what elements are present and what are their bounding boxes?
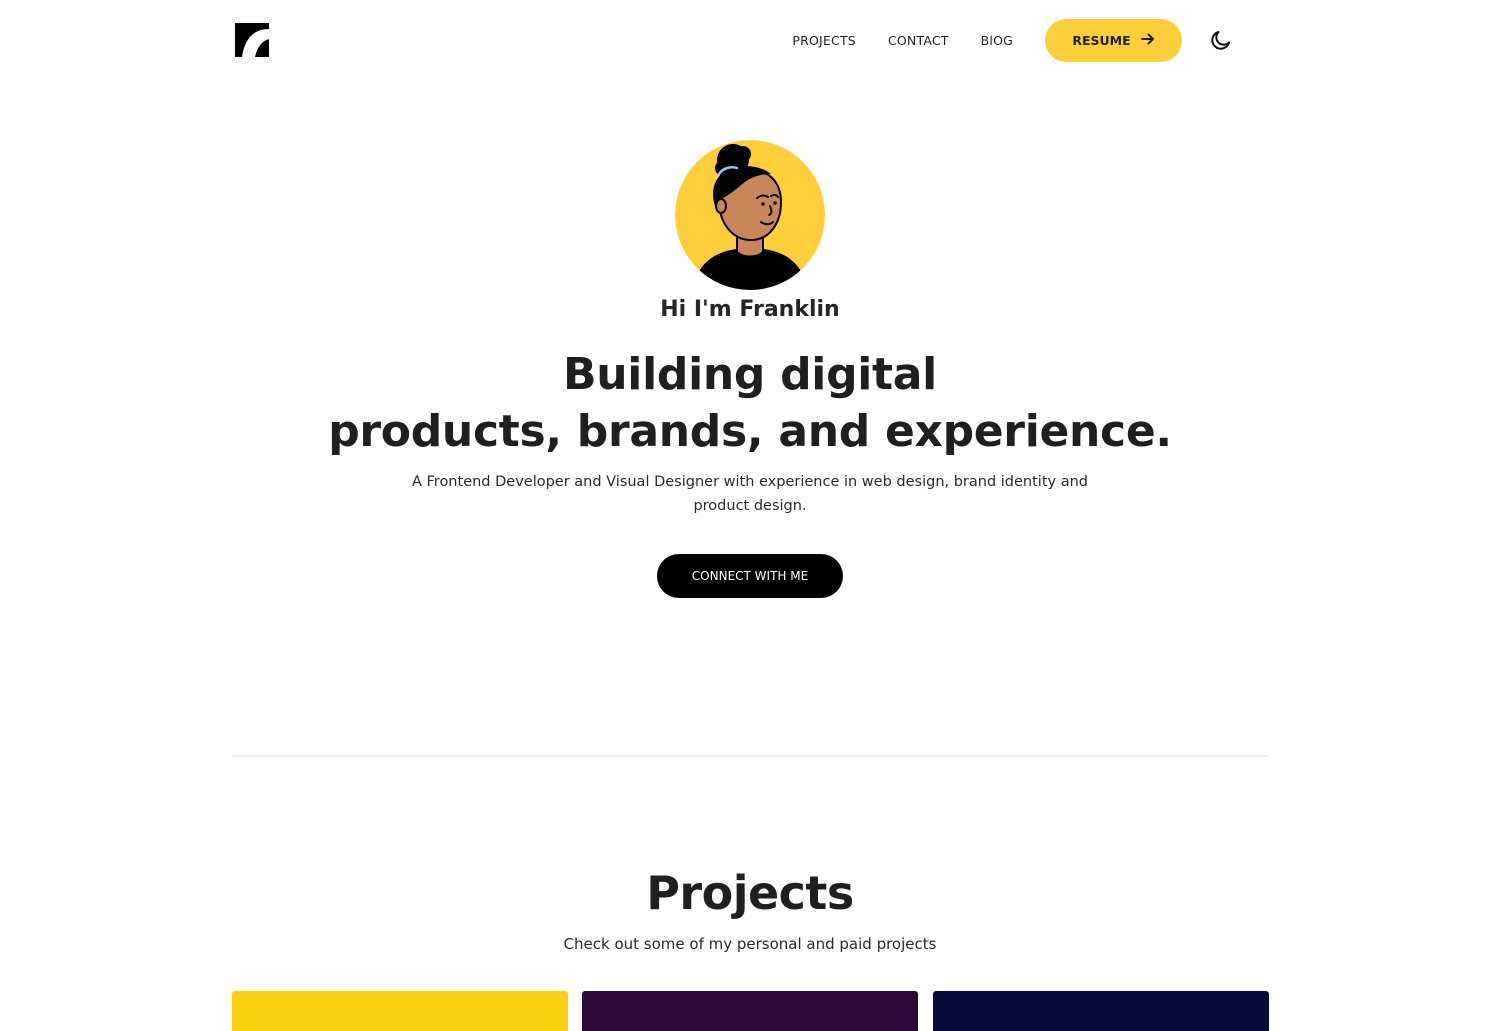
resume-button[interactable]: RESUME [1045,18,1182,62]
avatar [675,140,825,290]
projects-title: Projects [646,866,854,920]
project-card[interactable] [232,991,568,1031]
projects-subtitle: Check out some of my personal and paid p… [563,935,937,953]
nav-link-contact[interactable]: CONTACT [888,33,949,48]
nav-link-projects[interactable]: PROJECTS [792,33,856,48]
brand-logo-icon[interactable] [235,23,269,57]
arrow-right-icon [1140,32,1155,49]
section-divider [232,755,1268,757]
site-header: PROJECTS CONTACT BlOG RESUME [232,0,1268,80]
hero-headline: Building digital products, brands, and e… [0,346,1500,460]
main-nav: PROJECTS CONTACT BlOG RESUME [792,18,1234,62]
hero-subtitle: A Frontend Developer and Visual Designer… [411,474,1088,514]
resume-button-label: RESUME [1072,32,1131,48]
greeting: Hi I'm Franklin [660,297,840,322]
connect-with-me-button[interactable]: CONNECT WITH ME [657,554,843,598]
nav-link-blog[interactable]: BlOG [981,33,1013,48]
project-card[interactable] [582,991,918,1031]
moon-icon[interactable] [1208,27,1234,53]
hero-headline-line-1: Building digital [563,349,937,400]
hero-headline-line-2: products, brands, and experience. [328,406,1172,457]
project-card[interactable] [933,991,1269,1031]
